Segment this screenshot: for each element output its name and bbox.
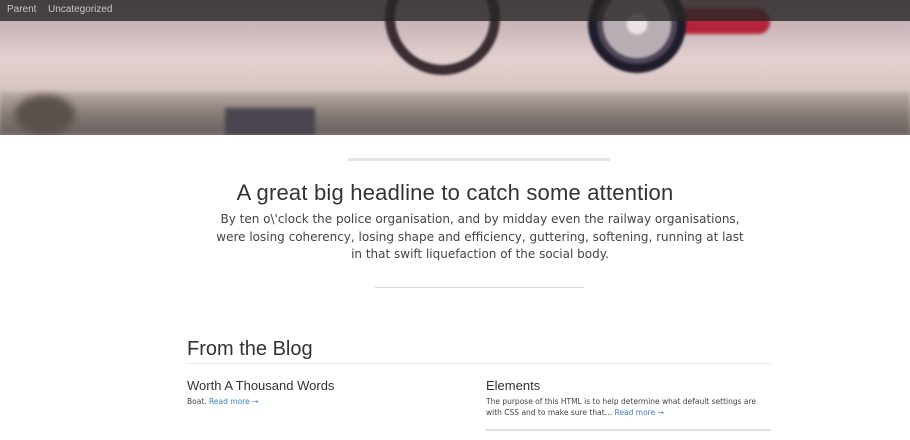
top-navbar: Parent Uncategorized <box>0 0 910 21</box>
blog-section-title: From the Blog <box>187 338 313 360</box>
post-excerpt: Boat. Read more → <box>187 396 472 407</box>
blog-post-card: Elements The purpose of this HTML is to … <box>486 378 771 418</box>
nav-item-uncategorized[interactable]: Uncategorized <box>48 4 112 15</box>
headline-bottom-rule <box>375 287 584 288</box>
hero-block <box>225 108 315 135</box>
post-title[interactable]: Worth A Thousand Words <box>187 378 472 394</box>
post-bottom-rule <box>486 429 771 431</box>
post-excerpt: The purpose of this HTML is to help dete… <box>486 396 771 418</box>
read-more-link[interactable]: Read more → <box>615 408 664 417</box>
hero-shadow <box>15 95 75 135</box>
post-title[interactable]: Elements <box>486 378 771 394</box>
lead-paragraph: By ten o\'clock the police organisation,… <box>216 212 744 261</box>
blog-divider <box>187 363 771 364</box>
page-headline: A great big headline to catch some atten… <box>236 180 674 205</box>
hero-floor <box>0 92 910 135</box>
post-excerpt-text: Boat. <box>187 397 207 406</box>
read-more-link[interactable]: Read more → <box>209 397 258 406</box>
nav-item-parent[interactable]: Parent <box>7 4 36 15</box>
headline-top-rule <box>348 158 610 161</box>
blog-post-card: Worth A Thousand Words Boat. Read more → <box>187 378 472 407</box>
